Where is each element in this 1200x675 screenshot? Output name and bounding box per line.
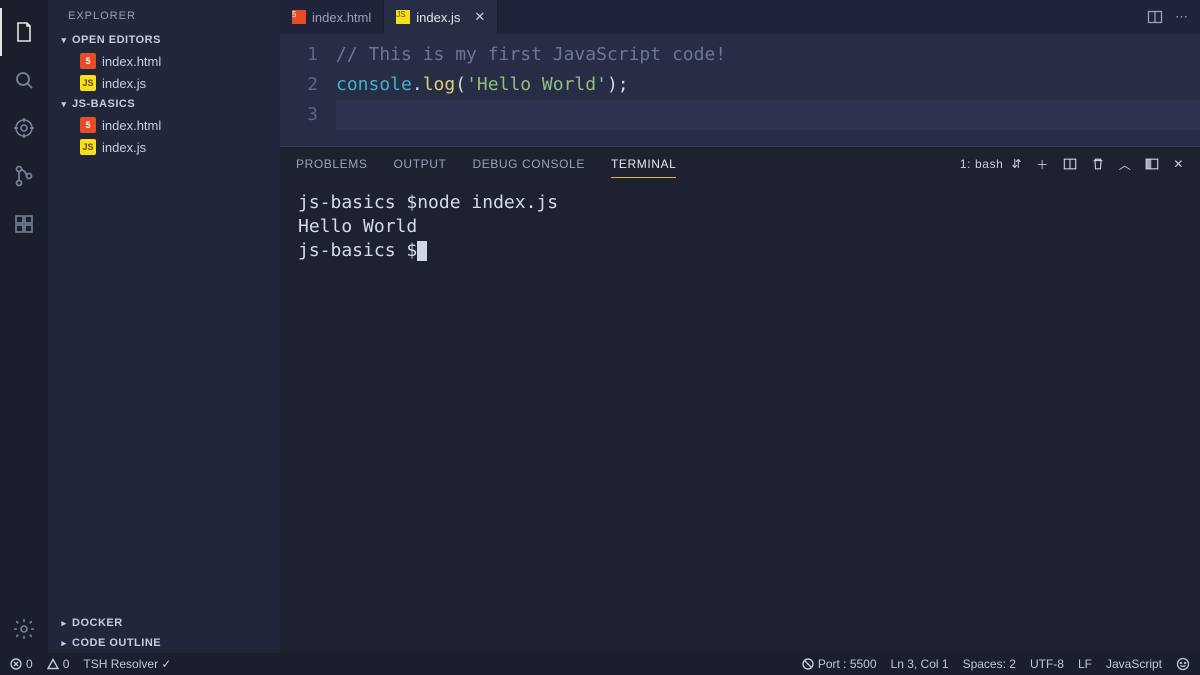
- js-icon: JS: [80, 139, 96, 155]
- explorer-sidebar: EXPLORER ▾ OPEN EDITORS 5 index.html JS …: [48, 0, 280, 653]
- file-label: index.js: [102, 76, 146, 91]
- tab-label: index.html: [312, 10, 371, 25]
- line-number: 3: [280, 100, 336, 130]
- chevron-right-icon: ▸: [58, 618, 70, 629]
- extensions-icon[interactable]: [0, 200, 48, 248]
- file-label: index.js: [102, 140, 146, 155]
- status-resolver[interactable]: TSH Resolver ✓: [83, 657, 171, 671]
- close-tab-icon[interactable]: ✕: [474, 9, 485, 25]
- panel-tab-output[interactable]: OUTPUT: [394, 151, 447, 177]
- chevron-right-icon: ▸: [58, 638, 70, 649]
- tab-label: index.js: [416, 10, 460, 25]
- panel-tab-debug-console[interactable]: DEBUG CONSOLE: [472, 151, 585, 177]
- file-item[interactable]: 5 index.html: [48, 114, 280, 136]
- js-icon: JS: [396, 10, 410, 24]
- status-warnings[interactable]: 0: [47, 657, 70, 671]
- terminal-selector[interactable]: 1: bash ⇵: [960, 157, 1022, 171]
- activity-bar: [0, 0, 48, 653]
- open-editor-item[interactable]: JS index.js: [48, 72, 280, 94]
- source-control-icon[interactable]: [0, 152, 48, 200]
- code-token: console: [336, 74, 412, 95]
- split-editor-icon[interactable]: [1147, 9, 1163, 25]
- terminal-line: js-basics $: [298, 240, 417, 261]
- status-errors[interactable]: 0: [10, 657, 33, 671]
- panel-tab-terminal[interactable]: TERMINAL: [611, 151, 676, 178]
- status-feedback-icon[interactable]: [1176, 657, 1190, 671]
- file-item[interactable]: JS index.js: [48, 136, 280, 158]
- file-label: index.html: [102, 54, 161, 69]
- status-port-label: Port : 5500: [818, 657, 877, 671]
- chevron-down-icon: ▾: [58, 35, 70, 46]
- terminal-line: js-basics $node index.js: [298, 192, 558, 213]
- split-terminal-icon[interactable]: [1063, 157, 1077, 171]
- code-token: ): [607, 74, 618, 95]
- status-spaces[interactable]: Spaces: 2: [963, 657, 1016, 671]
- terminal-selector-label: 1: bash: [960, 157, 1004, 171]
- more-actions-icon[interactable]: ⋯: [1175, 9, 1188, 25]
- status-eol[interactable]: LF: [1078, 657, 1092, 671]
- open-editor-item[interactable]: 5 index.html: [48, 50, 280, 72]
- status-lncol[interactable]: Ln 3, Col 1: [891, 657, 949, 671]
- file-label: index.html: [102, 118, 161, 133]
- folder-section[interactable]: ▾ JS-BASICS: [48, 94, 280, 114]
- code-token: log: [423, 74, 456, 95]
- kill-terminal-icon[interactable]: [1091, 157, 1105, 171]
- code-token: .: [412, 74, 423, 95]
- maximize-panel-icon[interactable]: ︿: [1119, 156, 1132, 173]
- close-panel-icon[interactable]: ✕: [1173, 157, 1184, 171]
- bottom-panel: PROBLEMS OUTPUT DEBUG CONSOLE TERMINAL 1…: [280, 146, 1200, 653]
- explorer-icon[interactable]: [0, 8, 48, 56]
- status-language[interactable]: JavaScript: [1106, 657, 1162, 671]
- js-icon: JS: [80, 75, 96, 91]
- debug-icon[interactable]: [0, 104, 48, 152]
- line-number: 1: [280, 40, 336, 70]
- code-token: ;: [618, 74, 629, 95]
- html5-icon: 5: [80, 117, 96, 133]
- explorer-title: EXPLORER: [48, 0, 280, 30]
- code-outline-section[interactable]: ▸ CODE OUTLINE: [48, 633, 280, 653]
- open-editors-section[interactable]: ▾ OPEN EDITORS: [48, 30, 280, 50]
- chevron-down-icon: ▾: [58, 99, 70, 110]
- terminal[interactable]: js-basics $node index.js Hello World js-…: [280, 181, 1200, 653]
- panel-tab-problems[interactable]: PROBLEMS: [296, 151, 368, 177]
- status-encoding[interactable]: UTF-8: [1030, 657, 1064, 671]
- line-number: 2: [280, 70, 336, 100]
- error-count: 0: [26, 657, 33, 671]
- code-token: 'Hello World': [466, 74, 607, 95]
- dropdown-icon: ⇵: [1011, 157, 1022, 171]
- code-editor[interactable]: 1 // This is my first JavaScript code! 2…: [280, 34, 1200, 146]
- folder-label: JS-BASICS: [72, 98, 135, 110]
- settings-gear-icon[interactable]: [0, 605, 48, 653]
- code-token: (: [455, 74, 466, 95]
- html5-icon: 5: [292, 10, 306, 24]
- tab-index-js[interactable]: JS index.js ✕: [384, 0, 498, 34]
- terminal-cursor: [417, 241, 427, 261]
- open-editors-label: OPEN EDITORS: [72, 34, 161, 46]
- status-bar: 0 0 TSH Resolver ✓ Port : 5500 Ln 3, Col…: [0, 653, 1200, 675]
- new-terminal-icon[interactable]: ＋: [1036, 156, 1049, 173]
- code-outline-label: CODE OUTLINE: [72, 637, 161, 649]
- warning-count: 0: [63, 657, 70, 671]
- tab-index-html[interactable]: 5 index.html: [280, 0, 384, 34]
- status-port[interactable]: Port : 5500: [802, 657, 877, 671]
- docker-section[interactable]: ▸ DOCKER: [48, 613, 280, 633]
- panel-layout-icon[interactable]: [1145, 157, 1159, 171]
- docker-label: DOCKER: [72, 617, 123, 629]
- html5-icon: 5: [80, 53, 96, 69]
- search-icon[interactable]: [0, 56, 48, 104]
- code-comment: // This is my first JavaScript code!: [336, 44, 726, 65]
- editor-tabs: 5 index.html JS index.js ✕ ⋯: [280, 0, 1200, 34]
- terminal-line: Hello World: [298, 216, 417, 237]
